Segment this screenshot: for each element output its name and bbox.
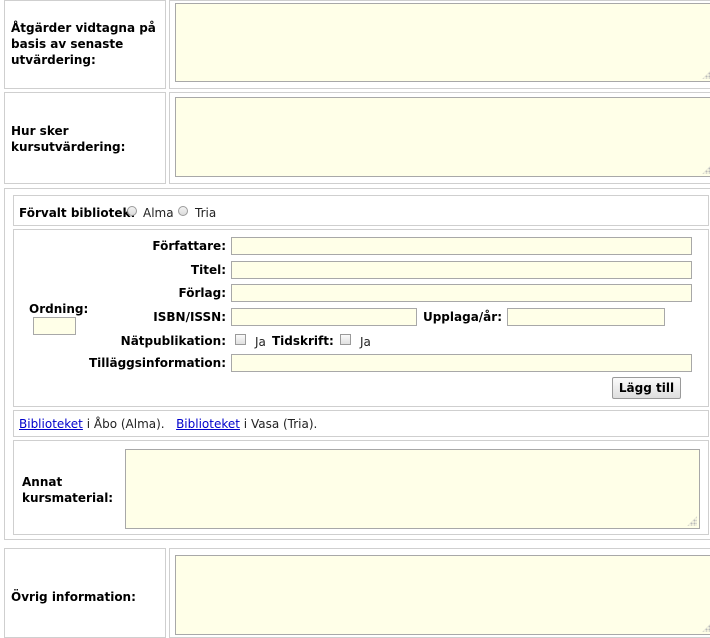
journal-checkbox-label: Ja xyxy=(360,335,371,349)
resize-grip-icon[interactable] xyxy=(702,164,710,174)
author-input[interactable] xyxy=(231,237,692,255)
other-info-label: Övrig information: xyxy=(11,590,136,604)
order-input[interactable] xyxy=(33,317,76,335)
journal-label: Tidskrift: xyxy=(272,334,334,348)
other-material-label: Annat kursmaterial: xyxy=(22,475,114,505)
radio-tria-label: Tria xyxy=(195,206,217,220)
publisher-label: Förlag: xyxy=(178,286,226,300)
course-eval-textarea[interactable] xyxy=(175,97,710,177)
radio-alma-label: Alma xyxy=(143,206,174,220)
resize-grip-icon[interactable] xyxy=(702,622,710,632)
library-text-vasa: i Vasa (Tria). xyxy=(243,417,318,431)
course-eval-label: Hur sker kursutvärdering: xyxy=(11,124,126,154)
online-checkbox[interactable] xyxy=(235,334,246,345)
radio-tria[interactable] xyxy=(178,206,188,216)
radio-alma[interactable] xyxy=(127,206,137,216)
add-button[interactable]: Lägg till xyxy=(612,377,681,399)
isbn-label: ISBN/ISSN: xyxy=(153,310,226,324)
online-label: Nätpublikation: xyxy=(120,334,226,348)
other-material-textarea[interactable] xyxy=(125,449,700,529)
extra-info-input[interactable] xyxy=(231,354,692,372)
actions-taken-label: Åtgärder vidtagna på basis av senaste ut… xyxy=(11,21,156,67)
author-label: Författare: xyxy=(152,239,226,253)
actions-taken-textarea[interactable] xyxy=(175,3,710,82)
other-info-textarea[interactable] xyxy=(175,555,710,635)
journal-checkbox[interactable] xyxy=(340,334,351,345)
title-input[interactable] xyxy=(231,261,692,279)
title-label: Titel: xyxy=(190,263,226,277)
online-checkbox-label: Ja xyxy=(255,335,266,349)
library-link-abo[interactable]: Biblioteket xyxy=(19,417,83,431)
extra-info-label: Tilläggsinformation: xyxy=(88,356,226,370)
resize-grip-icon[interactable] xyxy=(687,516,697,526)
resize-grip-icon[interactable] xyxy=(702,69,710,79)
default-library-label: Förvalt bibliotek: xyxy=(19,206,136,220)
edition-label: Upplaga/år: xyxy=(422,310,502,324)
library-links: Biblioteket i Åbo (Alma). Biblioteket i … xyxy=(19,417,317,431)
library-text-abo: i Åbo (Alma). xyxy=(86,417,165,431)
isbn-input[interactable] xyxy=(231,308,417,326)
order-label: Ordning: xyxy=(29,302,89,316)
edition-input[interactable] xyxy=(507,308,665,326)
publisher-input[interactable] xyxy=(231,284,692,302)
library-link-vasa[interactable]: Biblioteket xyxy=(176,417,240,431)
